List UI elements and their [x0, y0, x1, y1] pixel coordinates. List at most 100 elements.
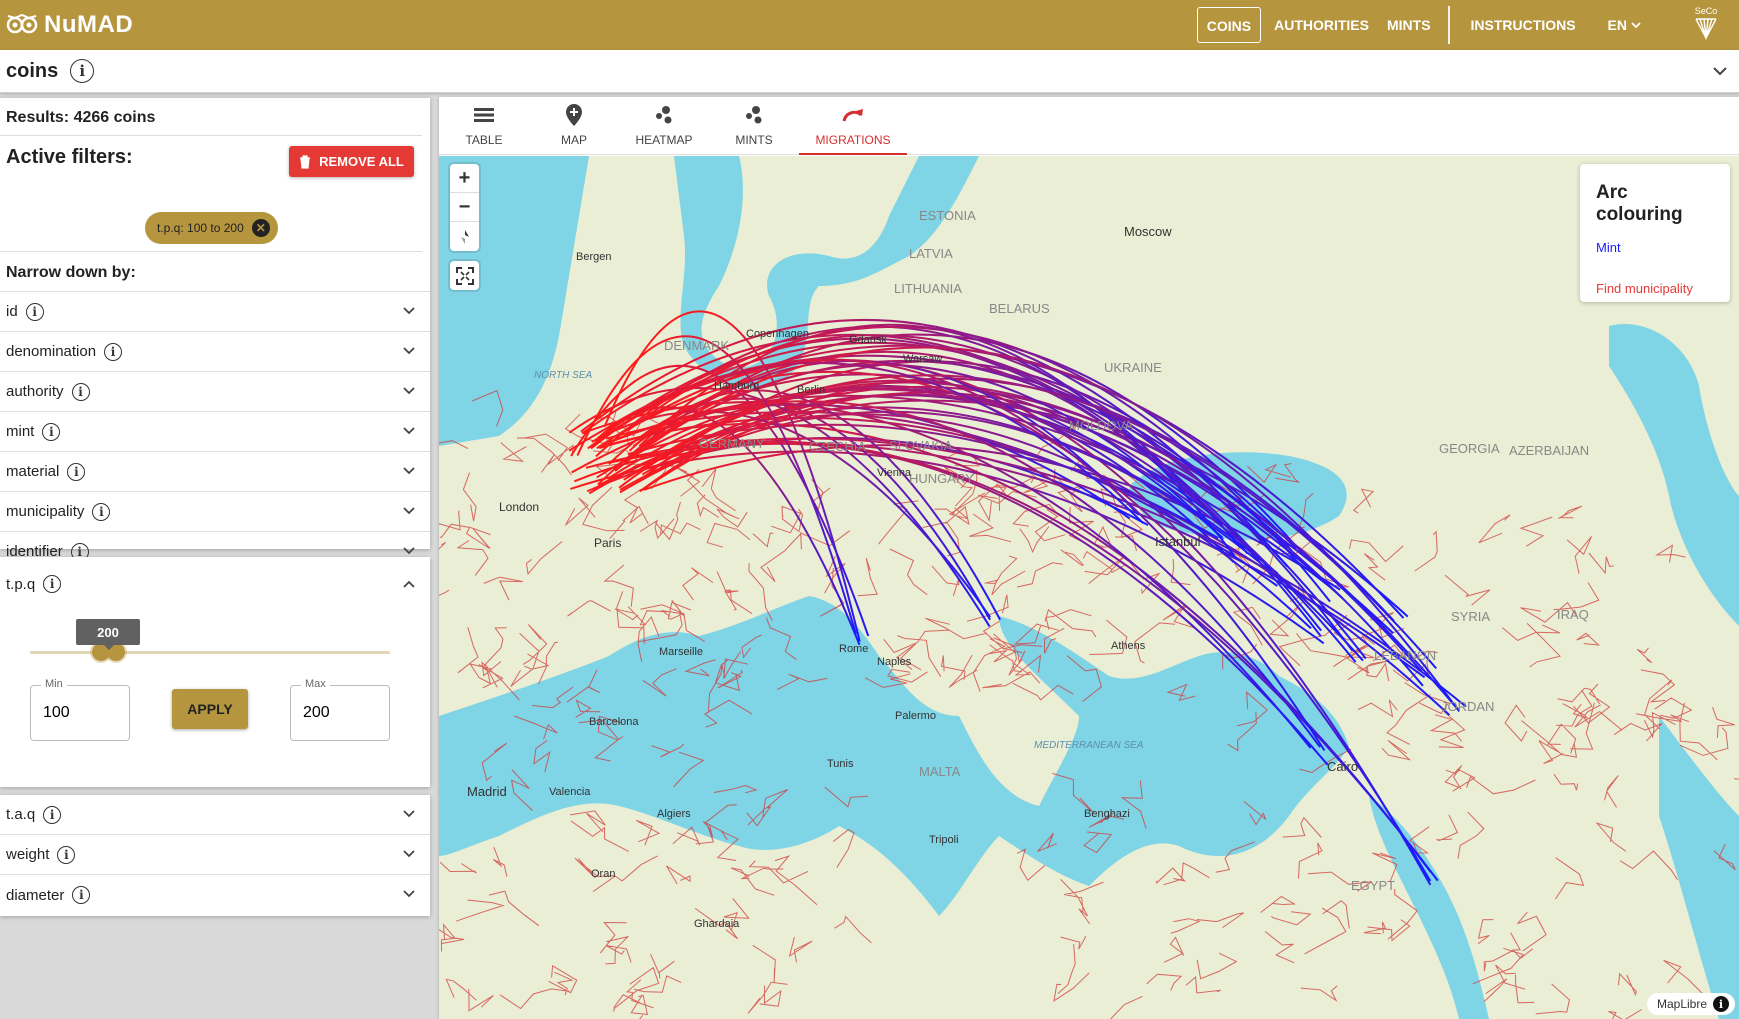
- max-field-label: Max: [301, 678, 330, 690]
- migrations-map[interactable]: GERMANY UKRAINE BELARUS LITHUANIA LATVIA…: [439, 156, 1739, 1019]
- owl-logo-icon: [6, 13, 38, 34]
- facet-label: denomination: [6, 343, 97, 360]
- min-input[interactable]: [43, 686, 133, 740]
- chip-close-icon[interactable]: ✕: [251, 219, 270, 237]
- facet-label: id: [6, 303, 18, 320]
- facet-info-icon[interactable]: i: [43, 805, 62, 824]
- language-select[interactable]: EN: [1599, 7, 1651, 43]
- facet-info-icon[interactable]: i: [104, 342, 123, 361]
- chevron-down-icon[interactable]: [402, 384, 416, 398]
- chevron-down-icon[interactable]: [402, 544, 416, 558]
- facet-info-icon[interactable]: i: [57, 845, 76, 864]
- chevron-down-icon[interactable]: [402, 847, 416, 861]
- facet-mint[interactable]: mint i: [0, 412, 430, 452]
- map-label-tunis: Tunis: [827, 758, 854, 770]
- chevron-down-icon[interactable]: [402, 807, 416, 821]
- facet-municipality[interactable]: municipality i: [0, 492, 430, 532]
- map-label-cairo: Cairo: [1327, 759, 1359, 774]
- map-label-gdansk: Gdansk: [849, 334, 887, 346]
- seco-fan-icon: [1695, 18, 1717, 40]
- facet-header-tpq[interactable]: t.p.q i: [0, 563, 430, 605]
- map-label-georgia: GEORGIA: [1439, 441, 1500, 456]
- fullscreen-button[interactable]: [450, 261, 479, 290]
- filter-chip-tpq[interactable]: t.p.q: 100 to 200 ✕: [145, 212, 278, 244]
- perspective-title: coins: [6, 59, 59, 82]
- legend-mint: Mint: [1596, 240, 1621, 255]
- facet-info-icon[interactable]: i: [72, 886, 91, 904]
- tab-map[interactable]: MAP: [529, 97, 619, 154]
- tpq-range-inputs: Min APPLY Max: [0, 678, 430, 755]
- tab-mints[interactable]: MINTS: [709, 97, 799, 154]
- zoom-controls: + −: [450, 164, 479, 251]
- tpq-range-slider[interactable]: 200: [0, 605, 430, 685]
- chevron-up-icon[interactable]: [402, 577, 416, 591]
- chevron-down-icon[interactable]: [402, 504, 416, 518]
- remove-all-button[interactable]: REMOVE ALL: [289, 146, 414, 177]
- facet-weight[interactable]: weight i: [0, 835, 430, 875]
- app-title: NuMAD: [44, 11, 134, 38]
- nav-authorities[interactable]: AUTHORITIES: [1265, 7, 1378, 43]
- tpq-info-icon[interactable]: i: [43, 575, 62, 593]
- facet-label: diameter: [6, 886, 65, 904]
- max-input[interactable]: [303, 686, 393, 740]
- facet-label: material: [6, 463, 60, 480]
- tab-table[interactable]: TABLE: [439, 97, 529, 154]
- map-label-estonia: ESTONIA: [919, 208, 976, 223]
- expand-chevron-icon[interactable]: [1711, 62, 1729, 80]
- result-tabs: TABLE MAP HEATMAP MINTS MIGRATIONS: [439, 97, 1739, 155]
- tab-heatmap[interactable]: HEATMAP: [619, 97, 709, 154]
- compass-button[interactable]: [450, 222, 479, 251]
- map-label-malta: MALTA: [919, 764, 961, 779]
- facet-authority[interactable]: authority i: [0, 372, 430, 412]
- narrow-down-title: Narrow down by:: [0, 252, 430, 292]
- map-label-moldova: MOLDOVA: [1069, 418, 1134, 433]
- map-label-naples: Naples: [877, 656, 912, 668]
- facet-info-icon[interactable]: i: [67, 462, 86, 481]
- trash-icon: [300, 154, 311, 169]
- tab-migrations[interactable]: MIGRATIONS: [799, 97, 907, 155]
- facet-label: authority: [6, 383, 64, 400]
- tab-table-label: TABLE: [465, 133, 503, 147]
- slider-track[interactable]: [30, 651, 390, 654]
- perspective-info-icon[interactable]: i: [70, 59, 95, 83]
- legend-title: Arc colouring: [1596, 182, 1683, 225]
- facet-info-icon[interactable]: i: [71, 382, 90, 401]
- facet-info-icon[interactable]: i: [25, 302, 44, 321]
- attribution-info-icon[interactable]: i: [1713, 996, 1729, 1012]
- nav-instructions[interactable]: INSTRUCTIONS: [1462, 7, 1585, 43]
- facet-material[interactable]: material i: [0, 452, 430, 492]
- attribution-label[interactable]: MapLibre: [1657, 997, 1707, 1011]
- tab-map-label: MAP: [560, 133, 587, 147]
- facet-info-icon[interactable]: i: [42, 422, 61, 441]
- chevron-down-icon[interactable]: [402, 344, 416, 358]
- facet-denomination[interactable]: denomination i: [0, 332, 430, 372]
- map-label-slovakia: SLOVAKIA: [889, 438, 953, 453]
- legend-find-municipality: Find municipality: [1596, 281, 1693, 296]
- facet-t-a-q[interactable]: t.a.q i: [0, 795, 430, 835]
- nav-coins[interactable]: COINS: [1196, 7, 1262, 43]
- remove-all-label: REMOVE ALL: [319, 154, 404, 169]
- nav-mints[interactable]: MINTS: [1378, 7, 1440, 43]
- apply-button[interactable]: APPLY: [172, 689, 248, 729]
- chevron-down-icon[interactable]: [402, 464, 416, 478]
- arc-colour-legend: Arc colouring Mint Find municipality: [1580, 164, 1730, 302]
- zoom-out-button[interactable]: −: [450, 193, 479, 222]
- map-label-germany: GERMANY: [699, 436, 765, 451]
- zoom-in-button[interactable]: +: [450, 164, 479, 193]
- map-label-vienna: Vienna: [877, 467, 912, 479]
- facet-diameter[interactable]: diameter i: [0, 875, 430, 915]
- chevron-down-icon[interactable]: [402, 424, 416, 438]
- map-label-jordan: JORDAN: [1441, 699, 1495, 714]
- chevron-down-icon[interactable]: [402, 887, 416, 901]
- max-field[interactable]: Max: [290, 678, 393, 741]
- facet-id[interactable]: id i: [0, 292, 430, 332]
- chevron-down-icon[interactable]: [402, 304, 416, 318]
- map-label-algiers: Algiers: [657, 808, 691, 820]
- table-icon: [474, 108, 494, 122]
- min-field[interactable]: Min: [30, 678, 133, 741]
- facet-info-icon[interactable]: i: [92, 502, 111, 521]
- app-logo[interactable]: NuMAD: [6, 11, 133, 39]
- seco-logo[interactable]: SeCo: [1689, 6, 1723, 44]
- min-field-label: Min: [41, 678, 67, 690]
- active-filters-title: Active filters:: [6, 146, 133, 168]
